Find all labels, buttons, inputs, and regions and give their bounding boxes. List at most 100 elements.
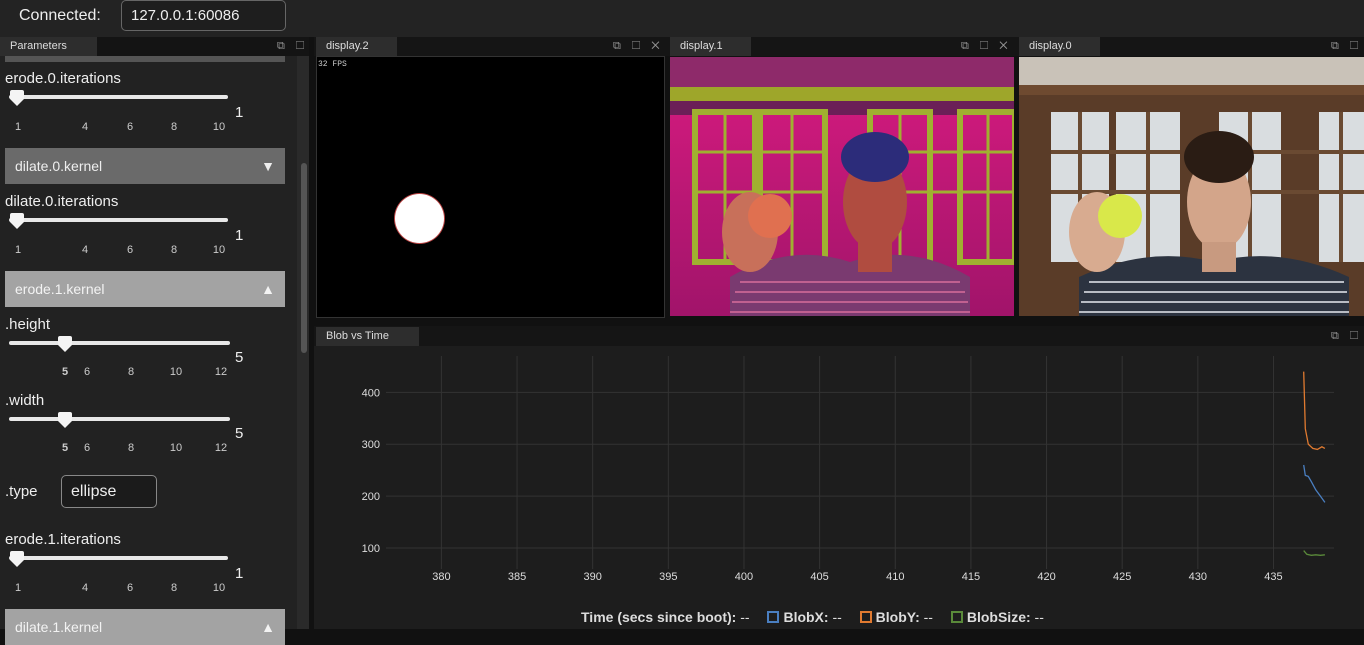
x-tick-label: 380 [432, 571, 450, 583]
erode-0-iterations-slider[interactable] [9, 95, 228, 99]
x-tick-label: 410 [886, 571, 904, 583]
display-tab-bar [314, 37, 1364, 56]
tick: 8 [127, 442, 135, 454]
detected-blob [395, 194, 444, 243]
chart-window-controls[interactable]: ⧉ ☐ [1331, 327, 1362, 346]
collapse-arrow-icon: ▲ [261, 281, 275, 297]
tick: 6 [126, 582, 134, 594]
parameters-scrollbar-thumb[interactable] [301, 163, 307, 353]
height-slider-handle[interactable] [58, 336, 72, 352]
type-label: .type [5, 483, 38, 500]
legend-blobx-swatch[interactable] [767, 611, 780, 623]
tick: 4 [81, 244, 89, 256]
tick: 1 [14, 121, 22, 133]
display-2-window-controls[interactable]: ⧉ ☐ ✕ [613, 37, 664, 56]
x-tick-label: 425 [1113, 571, 1131, 583]
tab-display-2[interactable]: display.2 [316, 37, 397, 56]
tick: 8 [127, 366, 135, 378]
fps-counter: 32 FPS [318, 60, 347, 69]
erode-1-iterations-value: 1 [235, 565, 244, 582]
tick: 10 [169, 366, 183, 378]
connection-address-input[interactable] [121, 0, 286, 31]
erode-0-iterations-slider-handle[interactable] [10, 90, 24, 106]
connection-label: Connected: [19, 7, 101, 24]
width-value: 5 [235, 425, 244, 442]
display-1-window-controls[interactable]: ⧉ ☐ ✕ [961, 37, 1012, 56]
legend-time-value: -- [740, 609, 750, 625]
y-tick-label: 200 [362, 491, 380, 503]
chart-legend: Time (secs since boot): -- BlobX: -- Blo… [581, 609, 1044, 625]
erode-0-iterations-label: erode.0.iterations [5, 70, 121, 87]
dilate-0-iterations-label: dilate.0.iterations [5, 193, 119, 210]
tab-display-1[interactable]: display.1 [670, 37, 751, 56]
series-line-blobsize [1303, 550, 1325, 556]
erode-1-iterations-slider-handle[interactable] [10, 551, 24, 567]
tab-display-0[interactable]: display.0 [1019, 37, 1100, 56]
x-tick-label: 420 [1037, 571, 1055, 583]
display-0-view [1019, 57, 1364, 316]
legend-blobx-label: BlobX: [783, 609, 829, 625]
expand-arrow-icon: ▼ [261, 158, 275, 174]
x-tick-label: 400 [735, 571, 753, 583]
tick: 4 [81, 582, 89, 594]
tick: 4 [81, 121, 89, 133]
series-line-blobx [1303, 464, 1326, 503]
hsv-camera-image [670, 57, 1014, 316]
y-tick-label: 300 [362, 439, 380, 451]
tick: 10 [212, 121, 226, 133]
legend-blobsize-label: BlobSize: [966, 609, 1031, 625]
legend-blobsize-swatch[interactable] [950, 611, 963, 623]
tick: 6 [126, 244, 134, 256]
dilate-1-kernel-label: dilate.1.kernel [15, 619, 103, 635]
legend-bloby-label: BlobY: [875, 609, 920, 625]
legend-time-label: Time (secs since boot): [581, 609, 737, 625]
width-label: .width [5, 392, 45, 409]
tick: 10 [212, 244, 226, 256]
x-tick-label: 405 [810, 571, 828, 583]
erode-0-iterations-value: 1 [235, 104, 244, 121]
legend-blobx-value: -- [832, 609, 842, 625]
tick: 1 [14, 244, 22, 256]
erode-1-iterations-slider[interactable] [9, 556, 228, 560]
tick: 8 [170, 582, 178, 594]
width-slider-handle[interactable] [58, 412, 72, 428]
tab-parameters[interactable]: Parameters [0, 37, 97, 56]
collapsed-section-edge [5, 56, 285, 62]
collapse-arrow-icon: ▲ [261, 619, 275, 635]
erode-1-kernel-section[interactable]: erode.1.kernel ▲ [5, 271, 285, 307]
y-tick-label: 100 [362, 543, 380, 555]
tick: 10 [212, 582, 226, 594]
tick: 8 [170, 244, 178, 256]
display-1-view [670, 57, 1014, 316]
x-tick-label: 435 [1264, 571, 1282, 583]
dilate-0-iterations-slider[interactable] [9, 218, 228, 222]
connection-bar: Connected: [0, 0, 1364, 37]
display-0-window-controls[interactable]: ⧉ ☐ [1331, 37, 1362, 56]
tick: 10 [169, 442, 183, 454]
tab-blob-vs-time[interactable]: Blob vs Time [316, 327, 419, 346]
camera-image [1019, 57, 1364, 316]
tick: 1 [14, 582, 22, 594]
legend-bloby-value: -- [923, 609, 933, 625]
erode-1-iterations-label: erode.1.iterations [5, 531, 121, 548]
x-tick-label: 430 [1189, 571, 1207, 583]
legend-bloby-swatch[interactable] [859, 611, 872, 623]
dilate-0-kernel-label: dilate.0.kernel [15, 158, 103, 174]
parameters-window-controls[interactable]: ⧉ ☐ [277, 37, 308, 56]
height-value: 5 [235, 349, 244, 366]
tick: 12 [214, 366, 228, 378]
chart-tab-bar [314, 326, 1364, 346]
dilate-0-iterations-value: 1 [235, 227, 244, 244]
type-input[interactable] [61, 475, 157, 508]
width-slider[interactable] [9, 417, 230, 421]
y-tick-label: 400 [362, 387, 380, 399]
legend-blobsize-value: -- [1034, 609, 1044, 625]
dilate-0-kernel-section[interactable]: dilate.0.kernel ▼ [5, 148, 285, 184]
x-tick-label: 390 [583, 571, 601, 583]
x-tick-label: 415 [962, 571, 980, 583]
blob-vs-time-chart: 380 385 390 395 400 405 410 415 420 425 430 435 100 2… [314, 346, 1364, 629]
dilate-1-kernel-section[interactable]: dilate.1.kernel ▲ [5, 609, 285, 645]
dilate-0-iterations-slider-handle[interactable] [10, 213, 24, 229]
chart-svg: 380 385 390 395 400 405 410 415 420 425 430 435 100 2… [362, 356, 1334, 583]
height-slider[interactable] [9, 341, 230, 345]
